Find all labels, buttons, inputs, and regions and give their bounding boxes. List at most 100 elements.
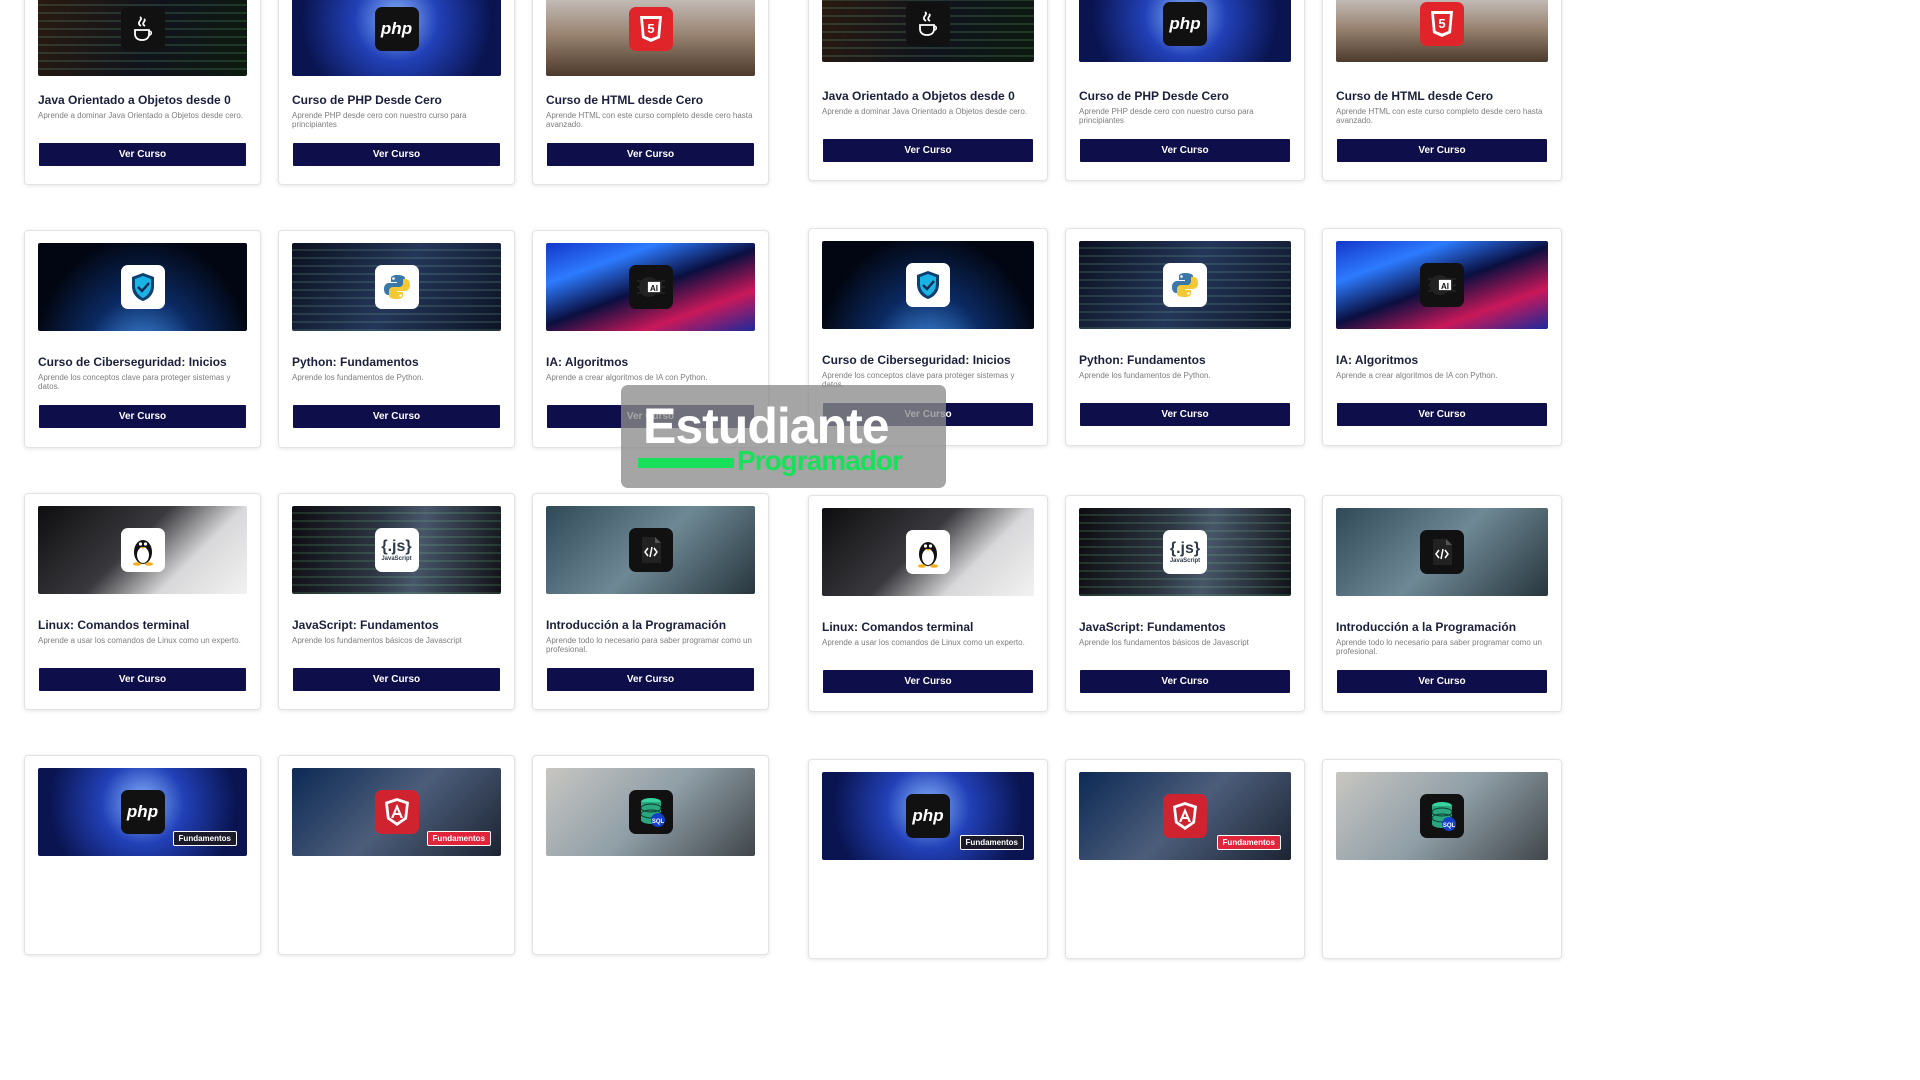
course-title: Curso de HTML desde Cero — [546, 93, 704, 107]
course-thumbnail[interactable]: 5 — [1336, 0, 1548, 62]
course-description: Aprende HTML con este curso completo des… — [1336, 107, 1543, 125]
course-thumbnail[interactable]: {.js} JavaScript — [292, 506, 501, 594]
course-title: Introducción a la Programación — [1336, 620, 1517, 634]
python-icon — [374, 265, 419, 309]
course-card-sql[interactable]: SQL — [1322, 759, 1562, 959]
logo-sub-text: Programador — [737, 445, 903, 476]
course-card-linux[interactable]: Linux: Comandos terminal Aprende a usar l… — [808, 495, 1048, 712]
course-card-html[interactable]: 5 Curso de HTML desde Cero Aprende HTML co… — [532, 0, 769, 185]
course-card-linux[interactable]: Linux: Comandos terminal Aprende a usar l… — [24, 493, 261, 710]
svg-text:5: 5 — [647, 21, 654, 36]
ver-curso-button[interactable]: Ver Curso — [293, 405, 500, 428]
ver-curso-button[interactable]: Ver Curso — [823, 670, 1033, 693]
ver-curso-button[interactable]: Ver Curso — [823, 139, 1033, 162]
ver-curso-button[interactable]: Ver Curso — [293, 143, 500, 166]
course-title: Curso de PHP Desde Cero — [292, 93, 442, 107]
course-thumbnail[interactable] — [822, 0, 1034, 62]
course-thumbnail[interactable] — [38, 243, 247, 331]
course-title: Linux: Comandos terminal — [822, 620, 974, 634]
course-card-js[interactable]: {.js} JavaScript JavaScript: Fundamentos Ap… — [278, 493, 515, 710]
course-thumbnail[interactable] — [292, 243, 501, 331]
course-thumbnail[interactable]: {.js} JavaScript — [1079, 508, 1291, 596]
java-icon — [120, 7, 165, 51]
course-thumbnail[interactable] — [546, 506, 755, 594]
course-card-sql[interactable]: SQL — [532, 755, 769, 955]
course-description: Aprende a usar los comandos de Linux com… — [822, 638, 1025, 647]
ver-curso-button[interactable]: Ver Curso — [1337, 139, 1547, 162]
code-file-icon — [1420, 530, 1464, 574]
course-thumbnail[interactable]: Fundamentos — [1079, 772, 1291, 860]
course-card-intro[interactable]: Introducción a la Programación Aprende to… — [532, 493, 769, 710]
course-thumbnail[interactable] — [1336, 508, 1548, 596]
svg-text:SQL: SQL — [1443, 823, 1456, 829]
php-icon: php — [120, 790, 165, 834]
course-card-html[interactable]: 5 Curso de HTML desde Cero Aprende HTML co… — [1322, 0, 1562, 181]
svg-text:SQL: SQL — [651, 819, 664, 825]
course-card-python[interactable]: Python: Fundamentos Aprende los fundament… — [278, 230, 515, 448]
course-title: IA: Algoritmos — [1336, 353, 1419, 367]
course-thumbnail[interactable]: php — [292, 0, 501, 76]
course-title: Curso de PHP Desde Cero — [1079, 89, 1229, 103]
course-thumbnail[interactable] — [38, 506, 247, 594]
ver-curso-button[interactable]: Ver Curso — [1337, 670, 1547, 693]
course-card-js[interactable]: {.js} JavaScript JavaScript: Fundamentos Ap… — [1065, 495, 1305, 712]
ver-curso-button[interactable]: Ver Curso — [1080, 403, 1290, 426]
course-thumbnail[interactable]: php — [1079, 0, 1291, 62]
course-description: Aprende los conceptos clave para protege… — [38, 373, 231, 391]
ver-curso-button[interactable]: Ver Curso — [1080, 139, 1290, 162]
ver-curso-button[interactable]: Ver Curso — [39, 668, 246, 691]
ver-curso-button[interactable]: Ver Curso — [1080, 670, 1290, 693]
ver-curso-button[interactable]: Ver Curso — [547, 668, 754, 691]
course-description: Aprende PHP desde cero con nuestro curso… — [1079, 107, 1254, 125]
course-description: Aprende los fundamentos básicos de Javas… — [292, 636, 462, 645]
ver-curso-button[interactable]: Ver Curso — [39, 405, 246, 428]
course-thumbnail[interactable]: Fundamentos — [292, 768, 501, 856]
linux-penguin-icon — [906, 530, 950, 574]
svg-text:AI: AI — [650, 284, 658, 293]
course-card-php[interactable]: php Curso de PHP Desde Cero Aprende PHP de… — [1065, 0, 1305, 181]
course-thumbnail[interactable]: php Fundamentos — [38, 768, 247, 856]
python-icon — [1163, 263, 1207, 307]
html5-icon: 5 — [1420, 1, 1464, 46]
ai-chip-icon: AI — [628, 265, 673, 309]
course-thumbnail[interactable]: AI — [546, 243, 755, 331]
course-card-php2[interactable]: php Fundamentos — [24, 755, 261, 955]
course-thumbnail[interactable]: 5 — [546, 0, 755, 76]
course-card-ai[interactable]: AI IA: Algoritmos Aprende a crear algoritm… — [1322, 228, 1562, 446]
course-thumbnail[interactable]: SQL — [1336, 772, 1548, 860]
course-thumbnail[interactable] — [38, 0, 247, 76]
fundamentos-ribbon: Fundamentos — [1216, 835, 1281, 850]
code-file-icon — [628, 528, 673, 572]
course-card-php[interactable]: php Curso de PHP Desde Cero Aprende PHP de… — [278, 0, 515, 185]
ver-curso-button[interactable]: Ver Curso — [1337, 403, 1547, 426]
course-card-php2[interactable]: php Fundamentos — [808, 759, 1048, 959]
angular-icon — [374, 790, 419, 834]
php-icon: php — [1163, 1, 1207, 46]
shield-icon — [120, 265, 165, 309]
course-card-intro[interactable]: Introducción a la Programación Aprende to… — [1322, 495, 1562, 712]
course-title: Curso de HTML desde Cero — [1336, 89, 1494, 103]
ver-curso-button[interactable]: Ver Curso — [547, 143, 754, 166]
course-card-angular[interactable]: Fundamentos — [1065, 759, 1305, 959]
fundamentos-ribbon: Fundamentos — [172, 831, 237, 846]
ver-curso-button[interactable]: Ver Curso — [39, 143, 246, 166]
course-card-python[interactable]: Python: Fundamentos Aprende los fundament… — [1065, 228, 1305, 446]
course-description: Aprende PHP desde cero con nuestro curso… — [292, 111, 467, 129]
course-card-cyber[interactable]: Curso de Ciberseguridad: Inicios Aprende … — [24, 230, 261, 448]
course-description: Aprende los fundamentos básicos de Javas… — [1079, 638, 1249, 647]
ver-curso-button[interactable]: Ver Curso — [293, 668, 500, 691]
course-card-java[interactable]: Java Orientado a Objetos desde 0 Aprende … — [24, 0, 261, 185]
course-description: Aprende a dominar Java Orientado a Objet… — [822, 107, 1028, 116]
course-card-angular[interactable]: Fundamentos — [278, 755, 515, 955]
course-thumbnail[interactable]: AI — [1336, 241, 1548, 329]
course-thumbnail[interactable] — [822, 241, 1034, 329]
shield-icon — [906, 263, 950, 307]
course-thumbnail[interactable]: SQL — [546, 768, 755, 856]
course-thumbnail[interactable] — [822, 508, 1034, 596]
course-thumbnail[interactable] — [1079, 241, 1291, 329]
course-card-java[interactable]: Java Orientado a Objetos desde 0 Aprende … — [808, 0, 1048, 181]
javascript-icon: {.js} JavaScript — [1163, 530, 1207, 574]
html5-icon: 5 — [628, 7, 673, 51]
fundamentos-ribbon: Fundamentos — [959, 835, 1024, 850]
course-thumbnail[interactable]: php Fundamentos — [822, 772, 1034, 860]
